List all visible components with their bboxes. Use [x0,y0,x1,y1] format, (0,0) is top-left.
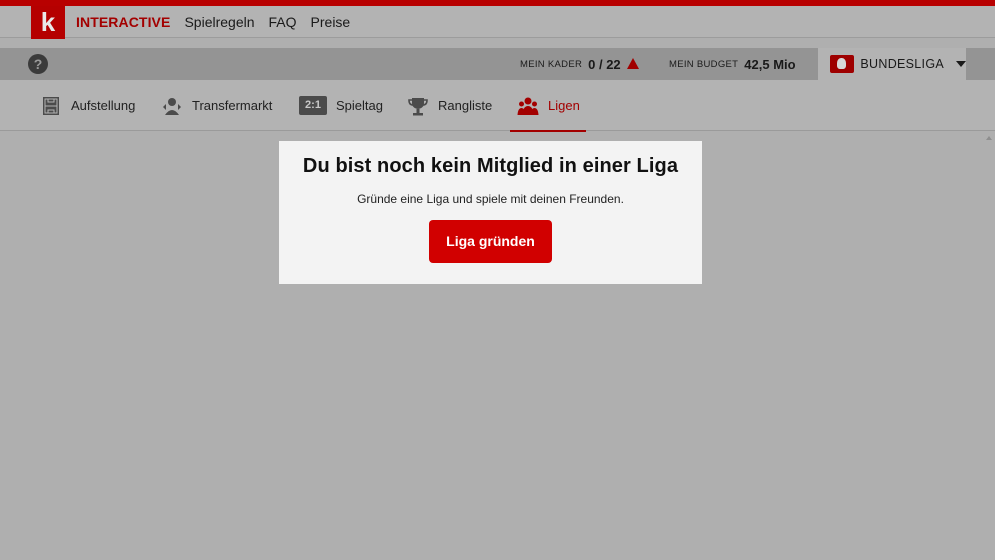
kicker-logo[interactable]: k [31,6,65,39]
question-circle-icon[interactable]: ? [28,54,48,74]
empty-state-card: Du bist noch kein Mitglied in einer Liga… [279,141,702,284]
scoreboard-icon: 2:1 [299,96,327,115]
kader-status: MEIN KADER 0 / 22 [520,48,639,80]
empty-state-title: Du bist noch kein Mitglied in einer Liga [302,155,679,177]
nav-preise[interactable]: Preise [311,14,351,30]
nav-interactive[interactable]: INTERACTIVE [76,14,170,30]
budget-label: MEIN BUDGET [669,58,739,70]
tab-spieltag-label: Spieltag [336,98,383,113]
budget-value: 42,5 Mio [744,56,796,72]
transfer-icon [163,97,181,115]
budget-status: MEIN BUDGET 42,5 Mio [669,48,796,80]
tab-spieltag[interactable]: 2:1 Spieltag [299,80,383,131]
warning-icon [626,57,639,69]
lineup-icon [43,96,59,115]
info-bar: ? MEIN KADER 0 / 22 MEIN BUDGET 42,5 Mio… [0,48,995,80]
tab-ligen-label: Ligen [548,98,580,113]
group-icon [517,97,539,115]
nav-faq[interactable]: FAQ [269,14,297,30]
kader-label: MEIN KADER [520,58,583,70]
tab-rangliste-label: Rangliste [438,98,493,113]
chevron-down-icon [956,61,966,67]
tab-ligen[interactable]: Ligen [510,80,586,132]
tab-transfermarkt-label: Transfermarkt [192,98,273,113]
top-navigation: k INTERACTIVE Spielregeln FAQ Preise [0,6,995,39]
nav-spielregeln[interactable]: Spielregeln [184,14,254,30]
main-menu: INTERACTIVE Spielregeln FAQ Preise [76,6,350,38]
tab-transfermarkt[interactable]: Transfermarkt [161,80,272,131]
league-name: BUNDESLIGA [860,57,944,71]
league-selector[interactable]: BUNDESLIGA [818,48,966,80]
tab-aufstellung[interactable]: Aufstellung [40,80,135,131]
trophy-icon [408,97,428,115]
create-league-button[interactable]: Liga gründen [429,220,552,263]
tab-aufstellung-label: Aufstellung [71,98,136,113]
empty-state-text: Gründe eine Liga und spiele mit deinen F… [357,192,624,206]
tab-rangliste[interactable]: Rangliste [407,80,492,131]
scroll-up-arrow-icon[interactable] [986,136,992,140]
tab-bar: Aufstellung Transfermarkt 2:1 Spieltag R… [0,80,995,132]
bundesliga-logo-icon [830,55,855,73]
kader-value: 0 / 22 [588,56,621,72]
